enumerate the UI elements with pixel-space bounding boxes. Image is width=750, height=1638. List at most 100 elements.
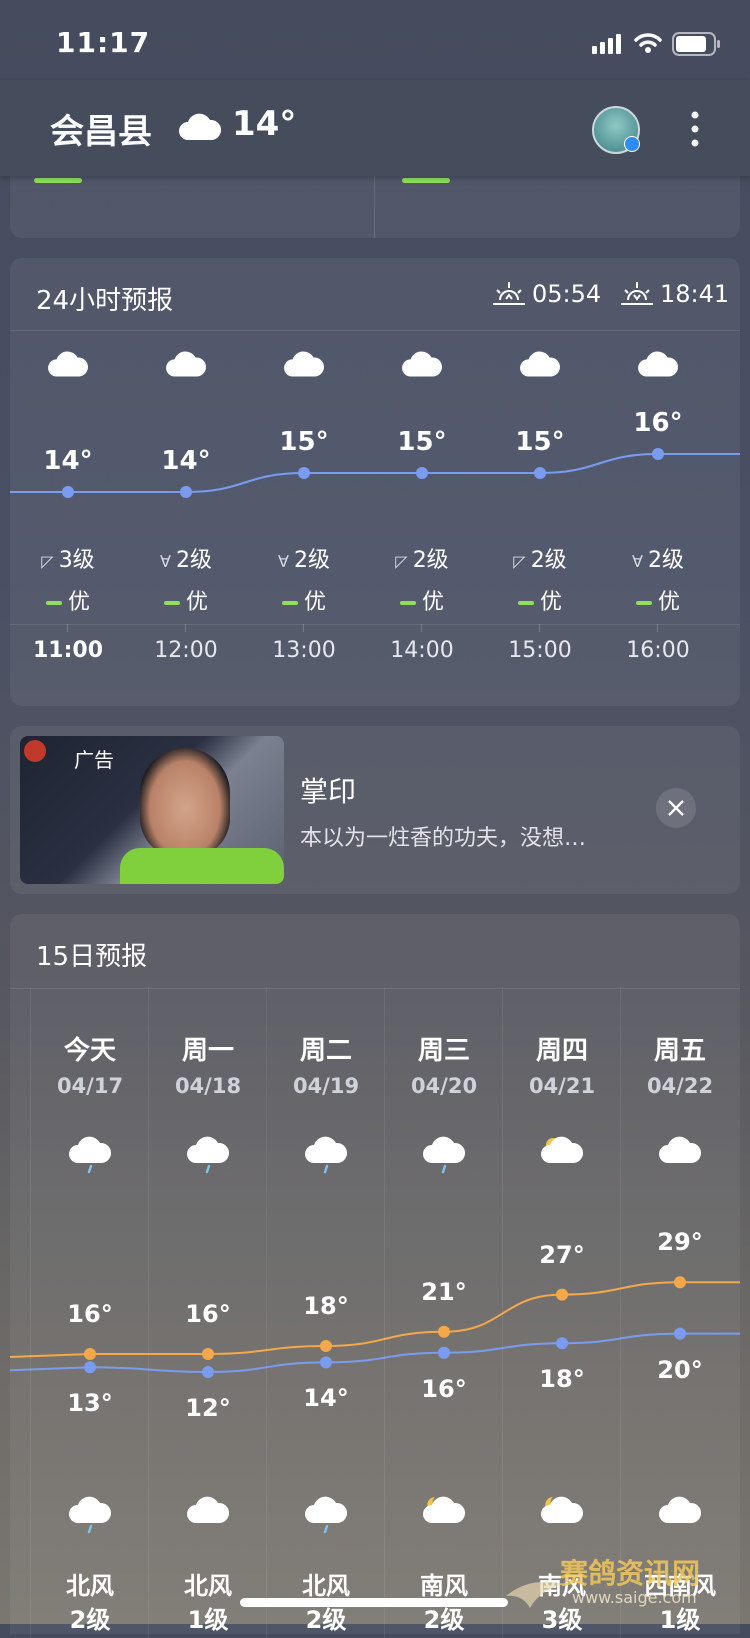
status-time: 11:17 [56, 26, 151, 59]
hourly-forecast-card: 24小时预报 05:54 18:41 14° ◸ 3级优 11:00 14° ∀ 2级优… [10, 258, 740, 706]
day-column[interactable]: 周三 04/20 21° 16° 南风 2级 [385, 914, 503, 1634]
day-column[interactable]: 周一 04/18 16° 12° 北风 1级 [149, 914, 267, 1634]
day-column[interactable]: 周五 04/22 29° 20° 西南风 1级 [621, 914, 739, 1634]
day-wind-direction: 南风 [420, 1572, 468, 1600]
cloud-icon [187, 1496, 230, 1523]
hour-time: 14:00 [390, 638, 454, 663]
day-high-temp: 18° [303, 1292, 349, 1320]
aq-good-indicator [163, 601, 180, 605]
ad-portrait [140, 748, 230, 858]
day-high-temp: 16° [67, 1300, 113, 1328]
partly-cloudy-night-icon [423, 1496, 466, 1523]
day-column[interactable]: 周二 04/19 18° 14° 北风 2级 [267, 914, 385, 1634]
wind-direction-icon: ◸ [395, 552, 413, 571]
cloud-icon [520, 351, 560, 377]
day-date: 04/22 [646, 1074, 714, 1098]
hour-tick [67, 624, 68, 632]
hour-wind-level: 2级 [530, 548, 567, 573]
hour-wind: ◸ 2级 [480, 542, 600, 574]
divider [10, 624, 740, 625]
light-rain-icon [305, 1136, 348, 1174]
hour-aq-label: 优 [539, 590, 562, 615]
hour-time: 15:00 [508, 638, 572, 663]
day-low-temp: 20° [657, 1355, 703, 1384]
close-icon [668, 800, 684, 816]
hour-column[interactable]: 14° ◸ 3级优 11:00 [8, 258, 128, 706]
hour-tick [303, 624, 304, 632]
ad-image[interactable]: 广告 [20, 736, 284, 884]
hour-wind-level: 3级 [58, 548, 95, 573]
hour-aq-label: 优 [67, 590, 90, 615]
aq-good-indicator [45, 601, 62, 605]
partly-sunny-icon [541, 1136, 584, 1163]
daily-forecast-card: 15日预报 今天 04/17 16° 13° 北风 2级 周一 04/18 16° 12° 北风 1级… [10, 914, 740, 1638]
day-wind-level: 2级 [69, 1606, 111, 1634]
light-rain-icon [69, 1496, 112, 1534]
cloud-icon [166, 351, 206, 377]
more-options-icon[interactable] [690, 110, 700, 148]
wind-direction-icon: ∀ [159, 552, 177, 571]
app-header: 会昌县 14° [0, 80, 750, 176]
hour-column[interactable]: 15° ◸ 2级优 14:00 [362, 258, 482, 706]
hour-wind-level: 2级 [648, 548, 685, 573]
wind-direction-icon: ◸ [41, 552, 59, 571]
hour-wind: ◸ 3级 [8, 542, 128, 574]
city-name[interactable]: 会昌县 [50, 104, 152, 153]
hour-column[interactable]: 14° ∀ 2级优 12:00 [126, 258, 246, 706]
day-high-temp: 27° [539, 1240, 585, 1269]
ad-green-scarf [120, 848, 284, 884]
hour-aq-label: 优 [185, 590, 208, 615]
day-low-temp: 12° [185, 1394, 231, 1422]
hour-air-quality: 优 [362, 584, 482, 616]
watermark-url: www.saige.com [572, 1588, 697, 1607]
hour-column[interactable]: 15° ∀ 2级优 13:00 [244, 258, 364, 706]
day-name: 周一 [181, 1036, 234, 1066]
day-name: 周四 [535, 1036, 588, 1066]
day-wind-direction: 北风 [66, 1572, 114, 1600]
day-high-temp: 29° [657, 1228, 703, 1257]
hour-column[interactable]: 16° ∀ 2级优 16:00 [598, 258, 718, 706]
hour-wind: ∀ 2级 [126, 542, 246, 574]
day-low-temp: 16° [421, 1374, 467, 1403]
home-indicator[interactable] [240, 1598, 508, 1607]
day-wind-direction: 北风 [302, 1572, 350, 1600]
day-column[interactable]: 周四 04/21 27° 18° 南风 3级 [503, 914, 621, 1634]
day-date: 04/18 [174, 1074, 242, 1098]
hour-temp: 14° [161, 446, 211, 476]
light-rain-icon [305, 1496, 348, 1534]
day-date: 04/17 [56, 1074, 124, 1098]
hour-wind: ∀ 2级 [244, 542, 364, 574]
ad-description[interactable]: 本以为一炷香的功夫，没想… [300, 820, 586, 852]
hour-tick [657, 624, 658, 632]
cloud-icon [48, 351, 88, 377]
aq-good-indicator [517, 601, 534, 605]
hour-time: 16:00 [626, 638, 690, 663]
cloud-icon [638, 351, 678, 377]
hour-wind-level: 2级 [176, 548, 213, 573]
day-wind-direction: 北风 [184, 1572, 232, 1600]
ad-title[interactable]: 掌印 [300, 770, 356, 810]
aq-good-indicator [635, 601, 652, 605]
hour-tick [539, 624, 540, 632]
hour-time: 11:00 [32, 638, 104, 663]
day-low-temp: 13° [67, 1389, 113, 1418]
ad-card[interactable]: 广告 掌印 本以为一炷香的功夫，没想… [10, 726, 740, 894]
day-high-temp: 16° [185, 1300, 231, 1328]
hour-air-quality: 优 [598, 584, 718, 616]
ad-close-button[interactable] [656, 788, 696, 828]
divider [374, 172, 375, 238]
cloud-icon [284, 351, 324, 377]
hour-tick [421, 624, 422, 632]
hour-air-quality: 优 [480, 584, 600, 616]
hour-temp: 15° [279, 427, 329, 457]
ad-logo-icon [24, 740, 46, 762]
wind-direction-icon: ◸ [513, 552, 531, 571]
cloud-icon [402, 351, 442, 377]
hour-column[interactable]: 15° ◸ 2级优 15:00 [480, 258, 600, 706]
hour-temp: 14° [43, 446, 93, 476]
hour-temp: 15° [515, 427, 565, 457]
hour-tick [185, 624, 186, 632]
cloud-icon [659, 1496, 702, 1523]
hour-air-quality: 优 [8, 584, 128, 616]
day-column[interactable]: 今天 04/17 16° 13° 北风 2级 [31, 914, 149, 1634]
